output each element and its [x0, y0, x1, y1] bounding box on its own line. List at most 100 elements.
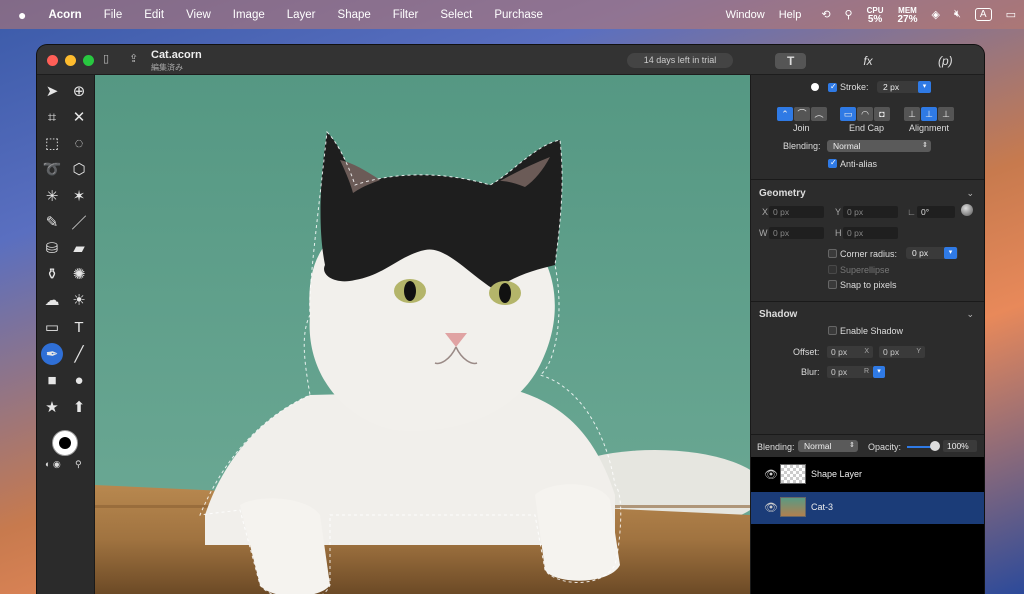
- magic-brush-tool-icon[interactable]: ✶: [68, 185, 90, 207]
- corner-radius-checkbox[interactable]: [828, 249, 837, 258]
- trial-badge[interactable]: 14 days left in trial: [627, 53, 733, 68]
- shadow-header[interactable]: Shadow: [759, 309, 797, 320]
- tab-properties[interactable]: (p): [907, 50, 984, 72]
- layer-blending-select[interactable]: Normal ⇕: [798, 440, 858, 452]
- line-tool-icon[interactable]: ╱: [68, 343, 90, 365]
- oval-shape-tool-icon[interactable]: ●: [68, 369, 90, 391]
- menu-file[interactable]: File: [104, 9, 123, 21]
- geometry-x-field[interactable]: 0 px: [769, 206, 824, 218]
- close-button[interactable]: [47, 55, 58, 66]
- text-tool-icon[interactable]: T: [68, 316, 90, 338]
- align-center-button[interactable]: ⊥: [921, 107, 937, 121]
- snap-to-pixels-checkbox[interactable]: [828, 280, 837, 289]
- apple-menu-icon[interactable]: ●: [18, 7, 26, 23]
- crop-tool-icon[interactable]: ⌗: [41, 106, 63, 128]
- opacity-field[interactable]: 100%: [943, 440, 977, 452]
- canvas[interactable]: [95, 75, 750, 594]
- menu-app-name[interactable]: Acorn: [48, 9, 81, 21]
- lasso-tool-icon[interactable]: ➰: [41, 158, 63, 180]
- clone-tool-icon[interactable]: ⚱: [41, 263, 63, 285]
- tab-text-properties[interactable]: T: [752, 50, 829, 72]
- align-outside-button[interactable]: ⊥: [938, 107, 954, 121]
- shadow-blur-dropdown-icon[interactable]: ▾: [873, 366, 885, 378]
- mute-icon[interactable]: 🔇︎: [954, 8, 961, 21]
- sidebar-toggle-icon[interactable]: ▯: [103, 52, 109, 65]
- menu-purchase[interactable]: Purchase: [494, 9, 543, 21]
- input-source-badge[interactable]: A: [974, 8, 992, 21]
- ellipse-select-tool-icon[interactable]: ◌: [68, 132, 90, 154]
- gradient-tool-icon[interactable]: ▭: [41, 316, 63, 338]
- stroke-width-dropdown-icon[interactable]: ▾: [918, 81, 931, 93]
- smudge-tool-icon[interactable]: ✺: [68, 263, 90, 285]
- rectangle-shape-tool-icon[interactable]: ■: [41, 369, 63, 391]
- fill-tool-icon[interactable]: ⛁: [41, 237, 63, 259]
- menu-image[interactable]: Image: [233, 9, 265, 21]
- visibility-eye-icon[interactable]: 👁︎: [764, 501, 778, 514]
- dodge-tool-icon[interactable]: ☀: [68, 289, 90, 311]
- burn-tool-icon[interactable]: ☁: [41, 289, 63, 311]
- swap-colors-icon[interactable]: ◐ ◉: [45, 459, 61, 470]
- menu-edit[interactable]: Edit: [144, 9, 164, 21]
- menu-select[interactable]: Select: [440, 9, 472, 21]
- geometry-chevron-icon[interactable]: ⌄: [966, 188, 974, 199]
- menu-shape[interactable]: Shape: [338, 9, 371, 21]
- join-round-button[interactable]: ⌒: [794, 107, 810, 121]
- rect-select-tool-icon[interactable]: ⬚: [41, 132, 63, 154]
- shadow-offset-x-field[interactable]: 0 px X: [827, 346, 873, 358]
- menu-filter[interactable]: Filter: [393, 9, 419, 21]
- stroke-blending-select[interactable]: Normal ⇕: [827, 140, 931, 152]
- cpu-status[interactable]: CPU 5%: [867, 6, 884, 25]
- endcap-round-button[interactable]: ◠: [857, 107, 873, 121]
- shadow-blur-field[interactable]: 0 px R: [827, 366, 873, 378]
- geometry-h-field[interactable]: 0 px: [843, 227, 898, 239]
- visibility-eye-icon[interactable]: 👁︎: [764, 468, 778, 481]
- eraser-tool-icon[interactable]: ▰: [68, 237, 90, 259]
- minimize-button[interactable]: [65, 55, 76, 66]
- brush-tool-icon[interactable]: ✎: [41, 211, 63, 233]
- geometry-y-field[interactable]: 0 px: [843, 206, 898, 218]
- stroke-color-dot[interactable]: [811, 83, 819, 91]
- shadow-chevron-icon[interactable]: ⌄: [966, 309, 974, 320]
- join-bevel-button[interactable]: ︵: [811, 107, 827, 121]
- menu-window[interactable]: Window: [726, 9, 765, 21]
- antialias-checkbox[interactable]: [828, 158, 837, 168]
- join-miter-button[interactable]: ⌃: [777, 107, 793, 121]
- superellipse-checkbox[interactable]: [828, 265, 837, 274]
- pencil-tool-icon[interactable]: ／: [68, 211, 90, 233]
- star-shape-tool-icon[interactable]: ★: [41, 396, 63, 418]
- zoom-tool-icon[interactable]: ⊕: [68, 80, 90, 102]
- battery-icon[interactable]: ▭: [1006, 8, 1016, 21]
- share-icon[interactable]: ⇪: [129, 52, 138, 65]
- menu-help[interactable]: Help: [779, 9, 802, 21]
- rotation-field[interactable]: 0°: [917, 206, 955, 218]
- stroke-checkbox[interactable]: [828, 82, 837, 92]
- polygon-lasso-tool-icon[interactable]: ⬡: [68, 158, 90, 180]
- time-machine-icon[interactable]: ⟲: [821, 8, 830, 21]
- endcap-square-button[interactable]: ◘: [874, 107, 890, 121]
- menu-layer[interactable]: Layer: [287, 9, 316, 21]
- align-inside-button[interactable]: ⊥: [904, 107, 920, 121]
- opacity-slider-thumb[interactable]: [930, 441, 940, 451]
- geometry-w-field[interactable]: 0 px: [769, 227, 824, 239]
- menu-view[interactable]: View: [186, 9, 211, 21]
- corner-radius-dropdown-icon[interactable]: ▾: [944, 247, 957, 259]
- mem-status[interactable]: MEM 27%: [898, 6, 918, 25]
- endcap-butt-button[interactable]: ▭: [840, 107, 856, 121]
- fill-color-well[interactable]: [59, 437, 71, 449]
- eyedropper-icon[interactable]: ⚲: [75, 459, 82, 470]
- arrow-shape-tool-icon[interactable]: ⬆: [68, 396, 90, 418]
- layer-row[interactable]: 👁︎ Shape Layer: [751, 459, 984, 491]
- arrow-tool-icon[interactable]: ➤: [41, 80, 63, 102]
- geometry-header[interactable]: Geometry: [759, 188, 806, 199]
- enable-shadow-checkbox[interactable]: [828, 326, 837, 335]
- bezier-pen-tool-icon[interactable]: ✒: [41, 343, 63, 365]
- zoom-button[interactable]: [83, 55, 94, 66]
- shadow-offset-y-field[interactable]: 0 px Y: [879, 346, 925, 358]
- magic-wand-tool-icon[interactable]: ✳: [41, 185, 63, 207]
- layers-stack-icon[interactable]: ◈: [932, 8, 940, 21]
- transform-tool-icon[interactable]: ✕: [68, 106, 90, 128]
- layer-row[interactable]: 👁︎ Cat-3: [751, 492, 984, 524]
- rotation-knob[interactable]: [961, 204, 973, 216]
- location-icon[interactable]: ⚲: [845, 8, 853, 21]
- stroke-color-well[interactable]: [52, 430, 78, 456]
